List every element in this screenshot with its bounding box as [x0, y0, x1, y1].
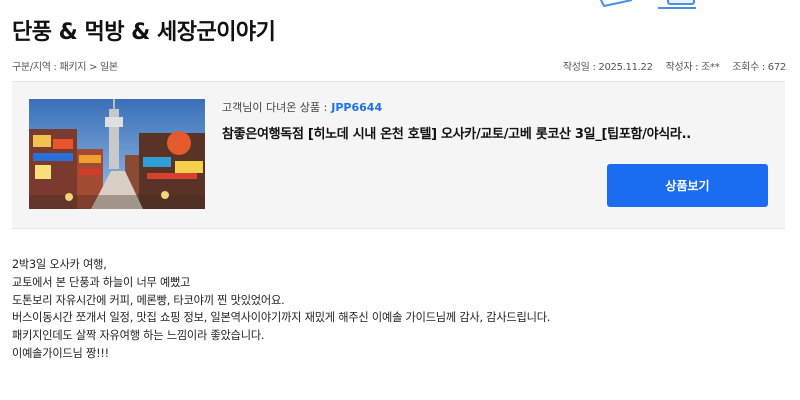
breadcrumb: 구분/지역 : 패키지 > 일본 [12, 62, 118, 73]
review-line: 패키지인데도 살짝 자유여행 하는 느낌이라 좋았습니다. [12, 329, 265, 343]
review-line: 도톤보리 자유시간에 커피, 메론빵, 타코야끼 찐 맛있었어요. [12, 293, 285, 307]
post-date: 작성일 : 2025.11.22 [562, 62, 653, 73]
laptop-icon [599, 0, 696, 9]
product-name[interactable]: 참좋은여행독점 [히노데 시내 온천 호텔] 오사카/교토/고베 롯코산 3일_… [222, 123, 765, 142]
view-product-button[interactable]: 상품보기 [607, 164, 768, 207]
product-info: 고객님이 다녀온 상품 : JPP6644 참좋은여행독점 [히노데 시내 온천 … [222, 99, 765, 142]
visited-label: 고객님이 다녀온 상품 : [222, 101, 328, 114]
post-author: 작성자 : 조** [665, 62, 720, 73]
product-code[interactable]: JPP6644 [331, 101, 382, 114]
visited-product: 고객님이 다녀온 상품 : JPP6644 [222, 99, 765, 115]
post-info: 작성일 : 2025.11.22 작성자 : 조** 조회수 : 672 [553, 58, 786, 73]
product-card: 고객님이 다녀온 상품 : JPP6644 참좋은여행독점 [히노데 시내 온천 … [12, 81, 785, 229]
review-line: 2박3일 오사카 여행, [12, 258, 107, 271]
review-line: 이예솔가이드님 짱!!! [12, 346, 109, 360]
product-thumbnail[interactable] [29, 99, 205, 209]
page-title: 단풍 & 먹방 & 세장군이야기 [12, 20, 276, 45]
review-line: 교토에서 본 단풍과 하늘이 너무 예뻤고 [12, 275, 191, 289]
review-line: 버스이동시간 쪼개서 일정, 맛집 쇼핑 정보, 일본역사이야기까지 재밌게 해… [12, 311, 551, 325]
view-count: 조회수 : 672 [732, 62, 786, 73]
review-body: 2박3일 오사카 여행, 교토에서 본 단풍과 하늘이 너무 예뻤고 도톤보리 … [12, 256, 782, 363]
